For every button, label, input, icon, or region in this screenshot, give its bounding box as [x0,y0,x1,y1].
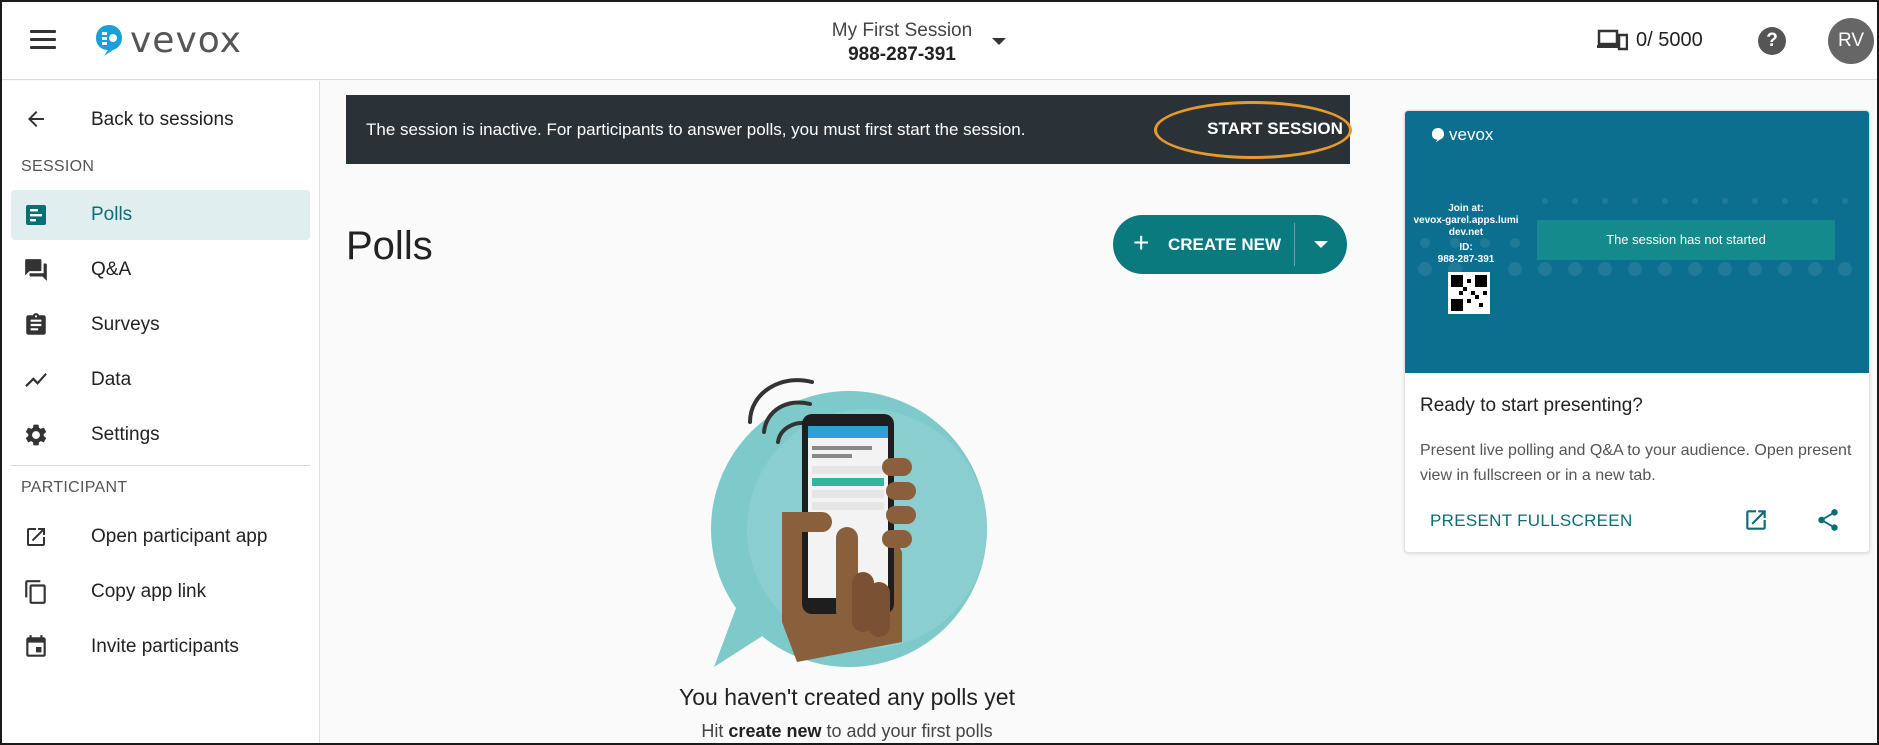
empty-sub-prefix: Hit [701,721,729,741]
sidebar-item-surveys[interactable]: Surveys [11,300,310,350]
inactive-session-banner: The session is inactive. For participant… [346,95,1352,164]
participant-count-text: 0/ 5000 [1636,28,1703,51]
sidebar-item-label: Settings [91,424,160,445]
external-link-icon [22,523,50,551]
sidebar-item-label: Data [91,369,132,390]
open-new-tab-icon[interactable] [1743,507,1769,538]
session-code: 988-287-391 [848,44,956,65]
empty-state-subtitle: Hit create new to add your first polls [602,721,1092,742]
preview-status: The session has not started [1537,220,1835,260]
sidebar-item-data[interactable]: Data [11,355,310,405]
present-fullscreen-button[interactable]: PRESENT FULLSCREEN [1430,511,1633,531]
preview-join-info: Join at: vevox-garel.apps.lumi dev.net I… [1411,203,1521,266]
vevox-logo[interactable]: vevox [94,19,242,61]
back-label: Back to sessions [91,109,234,130]
empty-sub-suffix: to add your first polls [821,721,993,741]
arrow-left-icon [22,105,50,133]
copy-icon [22,578,50,606]
sidebar-item-open-participant-app[interactable]: Open participant app [11,512,310,562]
sidebar-divider [11,465,310,466]
preview-logo: vevox [1431,125,1493,145]
plus-icon: + [1133,227,1150,258]
create-new-button[interactable]: + CREATE NEW [1113,215,1347,274]
sidebar-item-qa[interactable]: Q&A [11,245,310,295]
logo-text: vevox [130,19,242,61]
top-bar: vevox My First Session 988-287-391 0/ 50… [2,2,1877,80]
session-name: My First Session [831,20,973,41]
button-divider [1294,223,1295,266]
help-icon[interactable]: ? [1758,27,1786,55]
calendar-icon [22,633,50,661]
banner-message: The session is inactive. For participant… [366,120,1026,139]
app-window: vevox My First Session 988-287-391 0/ 50… [0,0,1879,745]
empty-state-title: You haven't created any polls yet [679,684,1015,710]
sidebar-item-label: Q&A [91,259,132,280]
sidebar-item-label: Invite participants [91,636,239,657]
vevox-logo-icon [1431,128,1445,143]
sidebar-item-label: Polls [91,204,133,225]
preview-join-label: Join at: [1448,203,1484,214]
surveys-icon [22,311,50,339]
share-icon[interactable] [1815,507,1841,538]
preview-id: 988-287-391 [1437,254,1495,265]
gear-icon [22,421,50,449]
card-heading: Ready to start presenting? [1420,395,1643,416]
sidebar-item-label: Copy app link [91,581,207,602]
card-description: Present live polling and Q&A to your aud… [1420,442,1852,484]
sidebar-item-polls[interactable]: Polls [11,190,310,240]
menu-icon[interactable] [30,30,56,50]
sidebar-item-settings[interactable]: Settings [11,410,310,460]
start-session-button[interactable]: START SESSION [1199,111,1351,147]
vevox-logo-icon [96,25,122,56]
data-icon [22,366,50,394]
page-title: Polls [346,224,433,268]
preview-id-label: ID: [1459,242,1473,253]
sidebar-item-label: Open participant app [91,526,268,547]
sidebar-item-label: Surveys [91,314,160,335]
chevron-down-icon[interactable] [992,38,1006,45]
empty-sub-bold: create new [728,721,822,741]
preview-join-url: vevox-garel.apps.lumi dev.net [1413,215,1519,238]
participant-section-heading: PARTICIPANT [21,479,128,496]
session-section-heading: SESSION [21,158,95,175]
qa-icon [22,256,50,284]
sidebar-item-invite-participants[interactable]: Invite participants [11,622,310,672]
present-card: vevox Join at: vevox-garel.apps.lumi dev… [1404,110,1870,553]
polls-icon [22,201,50,229]
qr-code [1448,272,1490,314]
empty-state-illustration [711,378,987,667]
devices-icon [1597,29,1628,51]
preview-logo-text: vevox [1449,125,1494,144]
chevron-down-icon[interactable] [1314,241,1328,248]
sidebar: Back to sessions SESSION Polls Q&A Surve… [2,81,320,743]
sidebar-item-copy-app-link[interactable]: Copy app link [11,567,310,617]
present-preview: vevox Join at: vevox-garel.apps.lumi dev… [1405,111,1869,373]
back-to-sessions-link[interactable]: Back to sessions [2,97,320,141]
create-new-label: CREATE NEW [1168,235,1282,254]
participant-counter: 0/ 5000 [1596,28,1703,52]
avatar[interactable]: RV [1828,18,1874,64]
session-selector[interactable]: My First Session 988-287-391 [822,20,982,66]
